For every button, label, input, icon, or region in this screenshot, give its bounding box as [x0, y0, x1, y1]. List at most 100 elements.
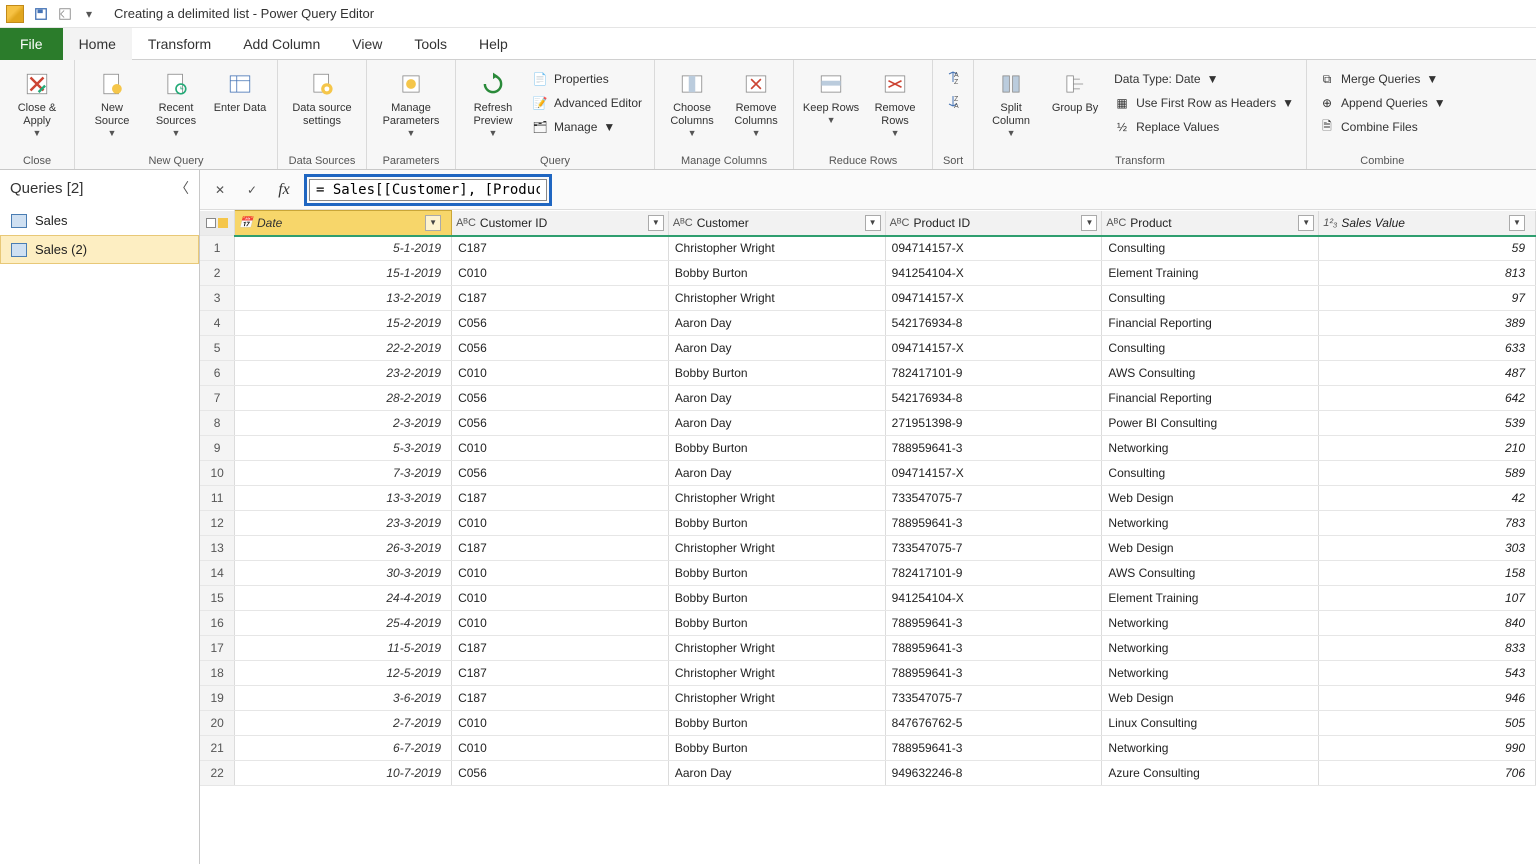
cell[interactable]: 23-3-2019 [235, 511, 452, 536]
cell[interactable]: 6-7-2019 [235, 736, 452, 761]
cell[interactable]: 13-2-2019 [235, 286, 452, 311]
keep-rows-button[interactable]: Keep Rows▼ [802, 64, 860, 125]
row-number[interactable]: 17 [200, 636, 235, 661]
cell[interactable]: C010 [452, 561, 669, 586]
cell[interactable]: 788959641-3 [885, 636, 1102, 661]
table-row[interactable]: 202-7-2019C010Bobby Burton847676762-5Lin… [200, 711, 1536, 736]
cell[interactable]: 094714157-X [885, 461, 1102, 486]
cell[interactable]: C056 [452, 386, 669, 411]
cell[interactable]: C010 [452, 586, 669, 611]
cell[interactable]: Christopher Wright [668, 686, 885, 711]
cell[interactable]: 542176934-8 [885, 386, 1102, 411]
cell[interactable]: C187 [452, 486, 669, 511]
table-row[interactable]: 623-2-2019C010Bobby Burton782417101-9AWS… [200, 361, 1536, 386]
cell[interactable]: 094714157-X [885, 286, 1102, 311]
collapse-queries-icon[interactable]: 〈 [175, 178, 189, 198]
cell[interactable]: AWS Consulting [1102, 361, 1319, 386]
cell[interactable]: 788959641-3 [885, 436, 1102, 461]
cell[interactable]: 5-1-2019 [235, 236, 452, 261]
refresh-preview-button[interactable]: Refresh Preview▼ [464, 64, 522, 138]
first-row-headers-button[interactable]: ▦Use First Row as Headers ▼ [1110, 92, 1298, 114]
cell[interactable]: 2-7-2019 [235, 711, 452, 736]
cell[interactable]: Web Design [1102, 486, 1319, 511]
cell[interactable]: AWS Consulting [1102, 561, 1319, 586]
row-number[interactable]: 22 [200, 761, 235, 786]
cell[interactable]: 303 [1319, 536, 1536, 561]
cell[interactable]: C187 [452, 686, 669, 711]
cell[interactable]: Linux Consulting [1102, 711, 1319, 736]
data-type-button[interactable]: Data Type: Date ▼ [1110, 68, 1298, 90]
replace-values-button[interactable]: ½Replace Values [1110, 116, 1298, 138]
row-number[interactable]: 8 [200, 411, 235, 436]
cell[interactable]: 733547075-7 [885, 686, 1102, 711]
table-row[interactable]: 2210-7-2019C056Aaron Day949632246-8Azure… [200, 761, 1536, 786]
row-number[interactable]: 9 [200, 436, 235, 461]
cell[interactable]: 589 [1319, 461, 1536, 486]
cell[interactable]: Element Training [1102, 261, 1319, 286]
table-row[interactable]: 1625-4-2019C010Bobby Burton788959641-3Ne… [200, 611, 1536, 636]
cell[interactable]: 990 [1319, 736, 1536, 761]
cell[interactable]: Christopher Wright [668, 636, 885, 661]
cell[interactable]: Bobby Burton [668, 511, 885, 536]
row-number[interactable]: 16 [200, 611, 235, 636]
column-header[interactable]: AᴮCProduct ID▼ [885, 211, 1102, 236]
advanced-editor-button[interactable]: 📝Advanced Editor [528, 92, 646, 114]
manage-parameters-button[interactable]: Manage Parameters▼ [375, 64, 447, 138]
cell[interactable]: 782417101-9 [885, 561, 1102, 586]
cell[interactable]: C010 [452, 436, 669, 461]
cell[interactable]: 941254104-X [885, 586, 1102, 611]
cell[interactable]: 505 [1319, 711, 1536, 736]
column-header[interactable]: AᴮCProduct▼ [1102, 211, 1319, 236]
cell[interactable]: Bobby Burton [668, 361, 885, 386]
table-row[interactable]: 415-2-2019C056Aaron Day542176934-8Financ… [200, 311, 1536, 336]
formula-commit-button[interactable]: ✓ [240, 178, 264, 202]
cell[interactable]: 788959641-3 [885, 511, 1102, 536]
cell[interactable]: 782417101-9 [885, 361, 1102, 386]
cell[interactable]: Bobby Burton [668, 436, 885, 461]
filter-dropdown-icon[interactable]: ▼ [865, 215, 881, 231]
column-header[interactable]: 📅Date▼ [235, 211, 452, 236]
cell[interactable]: 2-3-2019 [235, 411, 452, 436]
table-row[interactable]: 1812-5-2019C187Christopher Wright7889596… [200, 661, 1536, 686]
table-row[interactable]: 1113-3-2019C187Christopher Wright7335470… [200, 486, 1536, 511]
cell[interactable]: 210 [1319, 436, 1536, 461]
cell[interactable]: 783 [1319, 511, 1536, 536]
cell[interactable]: Bobby Burton [668, 611, 885, 636]
row-number[interactable]: 4 [200, 311, 235, 336]
cell[interactable]: Networking [1102, 611, 1319, 636]
cell[interactable]: Element Training [1102, 586, 1319, 611]
cell[interactable]: 941254104-X [885, 261, 1102, 286]
cell[interactable]: C187 [452, 236, 669, 261]
cell[interactable]: 30-3-2019 [235, 561, 452, 586]
cell[interactable]: C010 [452, 511, 669, 536]
table-row[interactable]: 216-7-2019C010Bobby Burton788959641-3Net… [200, 736, 1536, 761]
cell[interactable]: Aaron Day [668, 461, 885, 486]
cell[interactable]: Aaron Day [668, 386, 885, 411]
cell[interactable]: 107 [1319, 586, 1536, 611]
cell[interactable]: Power BI Consulting [1102, 411, 1319, 436]
filter-dropdown-icon[interactable]: ▼ [648, 215, 664, 231]
tab-transform[interactable]: Transform [132, 28, 227, 60]
cell[interactable]: C056 [452, 461, 669, 486]
tab-view[interactable]: View [336, 28, 398, 60]
data-source-settings-button[interactable]: Data source settings [286, 64, 358, 128]
choose-columns-button[interactable]: Choose Columns▼ [663, 64, 721, 138]
cell[interactable]: C010 [452, 261, 669, 286]
cell[interactable]: 840 [1319, 611, 1536, 636]
cell[interactable]: Aaron Day [668, 411, 885, 436]
cell[interactable]: 833 [1319, 636, 1536, 661]
row-number[interactable]: 1 [200, 236, 235, 261]
cell[interactable]: 28-2-2019 [235, 386, 452, 411]
table-row[interactable]: 107-3-2019C056Aaron Day094714157-XConsul… [200, 461, 1536, 486]
cell[interactable]: 813 [1319, 261, 1536, 286]
cell[interactable]: C187 [452, 636, 669, 661]
cell[interactable]: C056 [452, 311, 669, 336]
tab-file[interactable]: File [0, 28, 63, 60]
table-row[interactable]: 522-2-2019C056Aaron Day094714157-XConsul… [200, 336, 1536, 361]
cell[interactable]: Networking [1102, 511, 1319, 536]
cell[interactable]: 642 [1319, 386, 1536, 411]
row-number[interactable]: 19 [200, 686, 235, 711]
filter-dropdown-icon[interactable]: ▼ [1509, 215, 1525, 231]
table-row[interactable]: 313-2-2019C187Christopher Wright09471415… [200, 286, 1536, 311]
row-number[interactable]: 18 [200, 661, 235, 686]
